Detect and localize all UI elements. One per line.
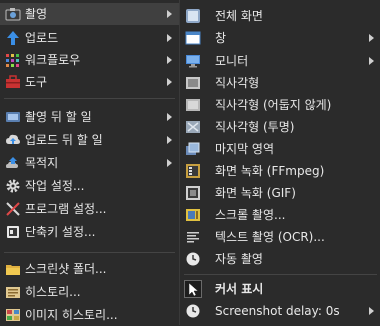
upload-arrow-icon	[5, 30, 21, 46]
submenu-item-label: 화면 녹화 (FFmpeg)	[215, 164, 325, 178]
image-history-icon	[5, 307, 21, 323]
submenu-arrow-icon	[369, 34, 374, 42]
submenu-item-scrolling-capture[interactable]: 스크롤 촬영...	[180, 204, 380, 226]
submenu-item-label: 화면 녹화 (GIF)	[215, 186, 296, 200]
screen-record-ffmpeg-icon	[185, 163, 201, 179]
menu-item-tools[interactable]: 도구	[0, 71, 179, 93]
keyboard-icon	[5, 224, 21, 240]
rectangle-icon	[185, 75, 201, 91]
submenu-arrow-icon	[167, 78, 172, 86]
submenu-item-screenshot-delay[interactable]: Screenshot delay: 0s	[180, 300, 380, 322]
clock-icon	[185, 251, 201, 267]
submenu-arrow-icon	[369, 57, 374, 65]
submenu-arrow-icon	[167, 10, 172, 18]
submenu-item-window[interactable]: 창	[180, 27, 380, 49]
history-icon	[5, 284, 21, 300]
window-icon	[185, 30, 201, 46]
gear-icon	[5, 178, 21, 194]
menu-item-label: 프로그램 설정...	[25, 202, 107, 216]
submenu-item-label: 직사각형 (어둡지 않게)	[215, 98, 332, 112]
menu-item-upload[interactable]: 업로드	[0, 27, 179, 49]
submenu-arrow-icon	[369, 307, 374, 315]
submenu-item-screen-record-ffmpeg[interactable]: 화면 녹화 (FFmpeg)	[180, 160, 380, 182]
submenu-item-ocr[interactable]: 텍스트 촬영 (OCR)...	[180, 226, 380, 248]
fullscreen-icon	[185, 8, 201, 24]
menu-item-task-settings[interactable]: 작업 설정...	[0, 175, 179, 197]
workflow-grid-icon	[5, 52, 21, 68]
submenu-arrow-icon	[167, 34, 172, 42]
after-upload-icon	[5, 132, 21, 148]
monitor-icon	[185, 53, 201, 69]
rectangle-light-icon	[185, 97, 201, 113]
submenu-item-label: 텍스트 촬영 (OCR)...	[215, 230, 325, 244]
menu-item-capture[interactable]: 촬영	[0, 3, 179, 25]
submenu-item-fullscreen[interactable]: 전체 화면	[180, 5, 380, 27]
menu-item-label: 업로드	[25, 31, 59, 45]
menu-item-label: 히스토리...	[25, 285, 81, 299]
submenu-item-label: 모니터	[215, 54, 249, 68]
menu-item-label: 이미지 히스토리...	[25, 308, 118, 322]
menu-separator	[184, 274, 377, 275]
tools-icon	[5, 201, 21, 217]
submenu-item-label: 전체 화면	[215, 9, 263, 23]
menu-item-label: 워크플로우	[25, 53, 81, 67]
menu-item-image-history[interactable]: 이미지 히스토리...	[0, 304, 179, 326]
submenu-item-label: 창	[215, 31, 227, 45]
submenu-item-rectangle-transparent[interactable]: 직사각형 (투명)	[180, 116, 380, 138]
ocr-icon	[185, 229, 201, 245]
destination-icon	[5, 155, 21, 171]
main-menu: 촬영 업로드 워크플로우 도구 촬영 뒤 할 일 업로드 뒤 할 일 목적지 작…	[0, 0, 179, 325]
menu-separator	[4, 252, 175, 253]
submenu-item-show-cursor[interactable]: 커서 표시	[180, 278, 380, 300]
submenu-item-auto-capture[interactable]: 자동 촬영	[180, 248, 380, 270]
menu-item-label: 목적지	[25, 156, 59, 170]
submenu-arrow-icon	[167, 136, 172, 144]
menu-item-app-settings[interactable]: 프로그램 설정...	[0, 198, 179, 220]
submenu-item-label: 직사각형	[215, 76, 260, 90]
submenu-item-label: 마지막 영역	[215, 142, 275, 156]
menu-item-label: 단축키 설정...	[25, 225, 96, 239]
delay-clock-icon	[185, 303, 201, 319]
menu-item-history[interactable]: 히스토리...	[0, 281, 179, 303]
screen-record-gif-icon	[185, 185, 201, 201]
submenu-arrow-icon	[167, 56, 172, 64]
menu-item-after-upload[interactable]: 업로드 뒤 할 일	[0, 129, 179, 151]
menu-item-label: 업로드 뒤 할 일	[25, 133, 103, 147]
menu-item-label: 도구	[25, 75, 48, 89]
menu-item-label: 작업 설정...	[25, 179, 85, 193]
menu-item-hotkey-settings[interactable]: 단축키 설정...	[0, 221, 179, 243]
menu-item-after-capture[interactable]: 촬영 뒤 할 일	[0, 106, 179, 128]
submenu-item-label: 스크롤 촬영...	[215, 208, 286, 222]
after-capture-icon	[5, 109, 21, 125]
submenu-item-rectangle-light[interactable]: 직사각형 (어둡지 않게)	[180, 94, 380, 116]
last-region-icon	[185, 141, 201, 157]
scrolling-capture-icon	[185, 207, 201, 223]
submenu-item-monitor[interactable]: 모니터	[180, 50, 380, 72]
camera-icon	[5, 6, 21, 22]
menu-item-label: 촬영	[25, 7, 48, 21]
submenu-item-last-region[interactable]: 마지막 영역	[180, 138, 380, 160]
cursor-icon	[184, 280, 202, 298]
submenu-arrow-icon	[167, 113, 172, 121]
menu-item-label: 스크린샷 폴더...	[25, 262, 107, 276]
menu-item-workflow[interactable]: 워크플로우	[0, 49, 179, 71]
submenu-item-label: 직사각형 (투명)	[215, 120, 295, 134]
rectangle-transparent-icon	[185, 119, 201, 135]
submenu-item-rectangle[interactable]: 직사각형	[180, 72, 380, 94]
submenu-item-label: 커서 표시	[215, 282, 264, 296]
submenu-item-label: Screenshot delay: 0s	[215, 304, 340, 318]
submenu-arrow-icon	[167, 159, 172, 167]
menu-item-label: 촬영 뒤 할 일	[25, 110, 92, 124]
submenu-item-label: 자동 촬영	[215, 252, 263, 266]
menu-item-destination[interactable]: 목적지	[0, 152, 179, 174]
toolbox-icon	[5, 74, 21, 90]
menu-separator	[4, 98, 175, 99]
folder-icon	[5, 261, 21, 277]
capture-submenu: 전체 화면 창 모니터 직사각형 직사각형 (어둡지 않게) 직사각형 (투명)	[179, 0, 380, 325]
submenu-item-screen-record-gif[interactable]: 화면 녹화 (GIF)	[180, 182, 380, 204]
menu-item-screenshot-folder[interactable]: 스크린샷 폴더...	[0, 258, 179, 280]
